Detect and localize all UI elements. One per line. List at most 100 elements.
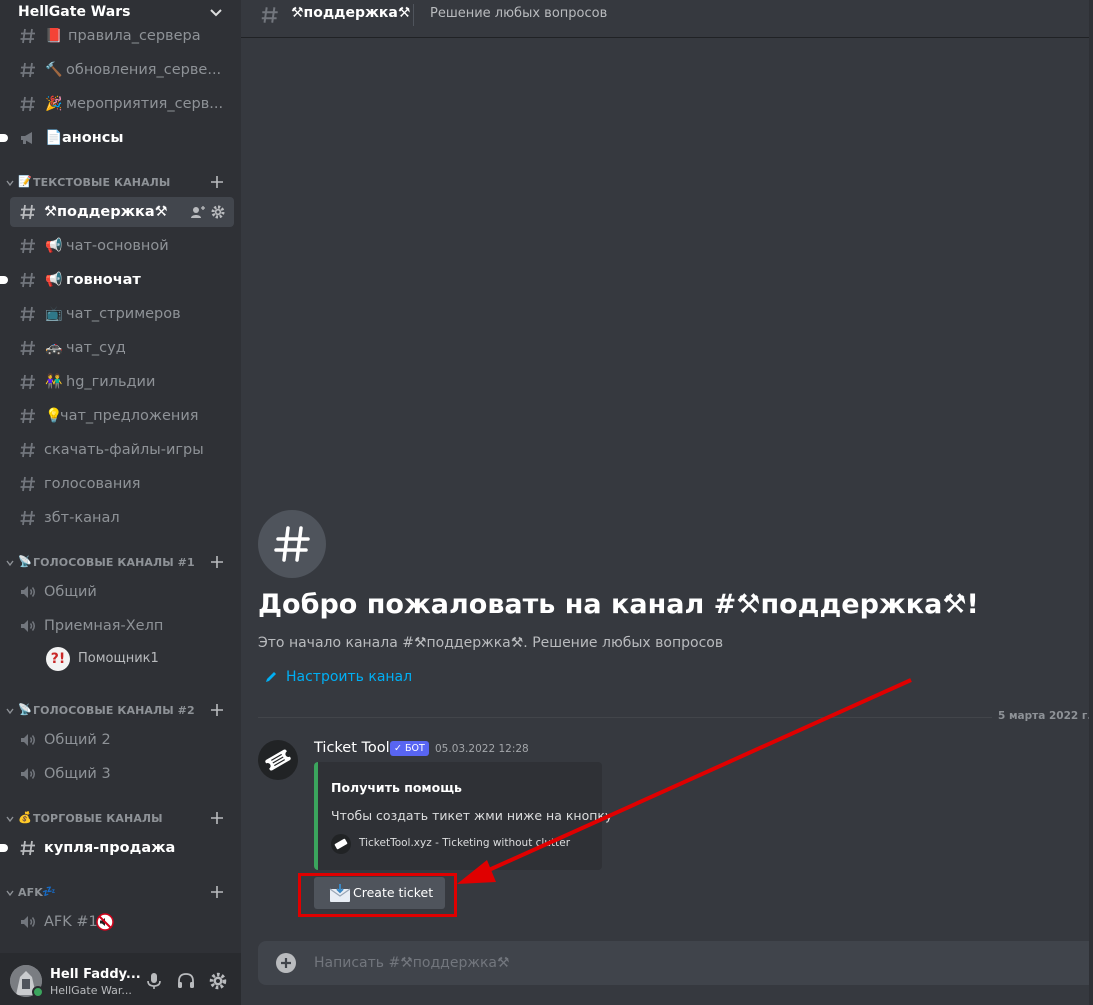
megaphone-icon (21, 132, 32, 144)
hash-icon (20, 840, 35, 856)
category-label: AFK (18, 886, 43, 899)
ticket-icon (331, 834, 351, 854)
message-timestamp: 05.03.2022 12:28 (435, 743, 529, 755)
voice-channel-general-2[interactable]: Общий 2 (10, 725, 234, 755)
chevron-down-icon (6, 708, 14, 715)
bot-badge: ✓ БОТ (390, 741, 429, 756)
message-composer (258, 941, 1093, 985)
channel-label: правила_сервера (68, 28, 201, 44)
hash-icon (20, 442, 35, 458)
channel-emoji: 🎉 (45, 96, 63, 112)
category-emoji: 💤 (42, 885, 56, 898)
category-text-channels[interactable]: 📝 ТЕКСТОВЫЕ КАНАЛЫ (6, 174, 236, 192)
muted-speaker-icon (96, 913, 114, 931)
unread-indicator (0, 276, 8, 284)
user-panel: Hell Faddy... HellGate War... (0, 953, 241, 1005)
voice-channel-general[interactable]: Общий (10, 577, 234, 607)
gear-icon[interactable] (208, 971, 228, 991)
message-embed: Получить помощь Чтобы создать тикет жми … (314, 762, 612, 870)
category-emoji: 💰 (18, 811, 32, 824)
avatar: ?! (46, 647, 70, 671)
channel-topic[interactable]: Решение любых вопросов (430, 6, 607, 21)
category-afk[interactable]: AFK 💤 (6, 884, 236, 902)
channel-downloads[interactable]: скачать-файлы-игры (10, 435, 234, 465)
channel-label: Общий 2 (44, 732, 111, 748)
voice-channel-afk[interactable]: AFK #1 (10, 907, 234, 937)
channel-header: ⚒поддержка⚒ Решение любых вопросов (241, 0, 1093, 38)
voice-channel-help[interactable]: Приемная-Хелп (10, 611, 234, 641)
hash-icon (20, 28, 35, 44)
category-emoji: 📝 (18, 175, 32, 188)
server-header[interactable]: HellGate Wars (0, 0, 241, 28)
invite-user-icon[interactable] (190, 204, 206, 220)
category-voice-2[interactable]: 📡 ГОЛОСОВЫЕ КАНАЛЫ #2 (6, 702, 236, 720)
microphone-icon[interactable] (144, 971, 164, 991)
plus-icon[interactable] (210, 175, 224, 189)
hash-icon (261, 7, 278, 23)
channel-main-chat[interactable]: 📢 чат-основной (10, 231, 234, 261)
message-input[interactable] (314, 941, 1074, 985)
server-name: HellGate Wars (18, 4, 131, 20)
channel-buy-sell[interactable]: купля-продажа (0, 833, 234, 863)
channel-label: купля-продажа (44, 840, 176, 856)
message-author[interactable]: Ticket Tool (314, 740, 390, 756)
online-status-indicator (32, 986, 44, 998)
plus-icon[interactable] (210, 885, 224, 899)
channel-announcements[interactable]: 📄 анонсы (0, 123, 234, 153)
channel-support[interactable]: ⚒поддержка⚒ (10, 197, 234, 227)
chevron-down-icon (210, 9, 222, 17)
plus-icon[interactable] (210, 555, 224, 569)
channel-events[interactable]: 🎉 мероприятия_серв... (10, 89, 234, 119)
channel-cbt[interactable]: збт-канал (10, 503, 234, 533)
channel-label: Приемная-Хелп (44, 618, 164, 634)
category-emoji: 📡 (18, 555, 32, 568)
channel-rules[interactable]: 📕 правила_сервера (10, 28, 234, 51)
hash-icon (20, 204, 35, 220)
hash-icon (258, 510, 326, 578)
category-emoji: 📡 (18, 703, 32, 716)
speaker-icon (21, 586, 35, 598)
hash-icon (20, 374, 35, 390)
hash-icon (20, 238, 35, 254)
plus-circle-icon[interactable] (275, 952, 297, 974)
voice-user[interactable]: ?! Помощник1 (46, 647, 226, 671)
annotation-highlight-box (298, 873, 457, 917)
category-voice-1[interactable]: 📡 ГОЛОСОВЫЕ КАНАЛЫ #1 (6, 554, 236, 572)
channel-streamers[interactable]: 📺 чат_стримеров (10, 299, 234, 329)
plus-icon[interactable] (210, 811, 224, 825)
hash-icon (20, 96, 35, 112)
hash-icon (20, 340, 35, 356)
channel-label: hg_гильдии (66, 374, 156, 390)
channel-suggestions[interactable]: 💡 чат_предложения (10, 401, 234, 431)
category-trade[interactable]: 💰 ТОРГОВЫЕ КАНАЛЫ (6, 810, 236, 828)
hash-icon (20, 510, 35, 526)
channel-polls[interactable]: голосования (10, 469, 234, 499)
scrollbar[interactable] (1089, 0, 1093, 1005)
channel-label: чат_предложения (60, 408, 199, 424)
channel-guilds[interactable]: 👫 hg_гильдии (10, 367, 234, 397)
channel-list[interactable]: 📕 правила_сервера 🔨 обновления_серве... … (0, 28, 241, 953)
channel-label: мероприятия_серв... (66, 96, 224, 112)
hash-icon (20, 272, 35, 288)
channel-offtopic[interactable]: 📢 говночат (0, 265, 234, 295)
speaker-icon (21, 620, 35, 632)
chevron-down-icon (6, 890, 14, 897)
channel-court[interactable]: 🚓 чат_суд (10, 333, 234, 363)
category-label: ГОЛОСОВЫЕ КАНАЛЫ #1 (33, 556, 195, 569)
channel-updates[interactable]: 🔨 обновления_серве... (10, 55, 234, 85)
hash-icon (20, 62, 35, 78)
chevron-down-icon (6, 560, 14, 567)
headphones-icon[interactable] (176, 971, 196, 991)
plus-icon[interactable] (210, 703, 224, 717)
channel-label: AFK #1 (44, 914, 98, 930)
hash-icon (20, 476, 35, 492)
channel-label: Общий (44, 584, 97, 600)
channel-emoji: 📕 (45, 28, 63, 44)
date-divider (258, 717, 1093, 718)
embed-footer: TicketTool.xyz - Ticketing without clutt… (359, 837, 571, 849)
gear-icon[interactable] (210, 204, 226, 220)
channel-label: чат_стримеров (66, 306, 181, 322)
voice-channel-general-3[interactable]: Общий 3 (10, 759, 234, 789)
channel-emoji: 🚓 (45, 340, 63, 356)
avatar[interactable] (258, 740, 298, 780)
